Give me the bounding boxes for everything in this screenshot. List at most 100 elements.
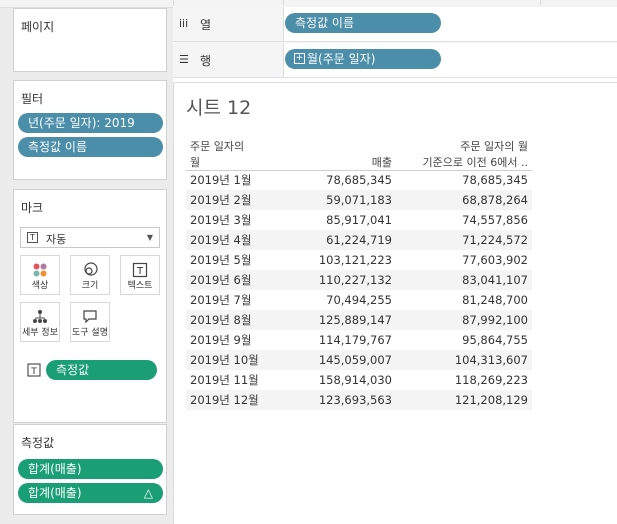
moving-average-cell: 81,248,700 [462, 293, 528, 307]
filter-pill-year[interactable]: 년(주문 일자): 2019 [18, 113, 163, 133]
size-button[interactable]: 크기 [70, 255, 110, 295]
month-cell: 2019년 11월 [190, 373, 259, 387]
rows-shelf-label: ☰ 행 [173, 42, 283, 78]
svg-text:T: T [136, 266, 144, 277]
svg-text:T: T [30, 367, 37, 377]
sales-cell: 59,071,183 [266, 190, 396, 210]
measure-values-card: 측정값 합계(매출) 합계(매출) △ [13, 424, 167, 515]
sheet-title: 시트 12 [186, 97, 252, 119]
month-cell: 2019년 6월 [186, 270, 266, 290]
moving-average-cell: 95,864,755 [462, 333, 528, 347]
table-row[interactable]: 2019년 10월 145,059,007 104,313,607 [186, 350, 532, 370]
size-icon [84, 262, 98, 276]
moving-average-cell: 87,992,100 [396, 310, 532, 330]
month-cell: 2019년 1월 [190, 173, 252, 188]
column-header-moving-average[interactable]: 주문 일자의 월 기준으로 이전 6에서 .. [396, 134, 532, 171]
columns-shelf-label: iii 열 [173, 6, 283, 42]
moving-average-cell: 78,685,345 [462, 173, 528, 188]
tooltip-icon [83, 310, 97, 324]
sales-cell: 114,179,767 [318, 333, 392, 347]
tooltip-label: 도구 설명 [72, 328, 108, 338]
table-row[interactable]: 2019년 4월 61,224,719 71,224,572 [186, 230, 532, 250]
rows-pill-label: 월(주문 일자) [307, 52, 376, 66]
sales-cell: 125,889,147 [266, 310, 396, 330]
table-row[interactable]: 2019년 8월 125,889,147 87,992,100 [186, 310, 532, 330]
month-cell: 2019년 8월 [186, 310, 266, 330]
detail-icon [33, 310, 47, 323]
filter-pill-measure-names[interactable]: 측정값 이름 [18, 137, 163, 157]
detail-button[interactable]: 세부 정보 [20, 302, 60, 342]
sales-cell: 158,914,030 [318, 373, 392, 387]
crosstab-table: 주문 일자의 월 매출 주문 일자의 월 기준으로 이전 6에서 .. 2019… [186, 134, 532, 410]
table-row[interactable]: 2019년 12월 123,693,563 121,208,129 [186, 390, 532, 410]
table-row[interactable]: 2019년 11월 158,914,030 118,269,223 [186, 370, 532, 390]
table-row[interactable]: 2019년 3월 85,917,041 74,557,856 [186, 210, 532, 230]
columns-label: 열 [200, 18, 212, 32]
sales-cell: 103,121,223 [318, 253, 392, 267]
columns-shelf: iii 열 측정값 이름 [173, 6, 617, 42]
text-mark-icon: T [27, 232, 38, 243]
header-line: 월 [190, 155, 201, 169]
month-cell: 2019년 5월 [190, 253, 252, 267]
tooltip-button[interactable]: 도구 설명 [70, 302, 110, 342]
rows-label: 행 [200, 54, 212, 68]
month-cell: 2019년 10월 [186, 350, 266, 370]
filters-title: 필터 [21, 92, 44, 106]
month-cell: 2019년 9월 [190, 333, 252, 347]
measure-pill-label: 합계(매출) [28, 486, 82, 500]
sales-cell: 110,227,132 [266, 270, 396, 290]
measure-pill-sum-sales[interactable]: 합계(매출) [18, 459, 163, 479]
table-row[interactable]: 2019년 7월 70,494,255 81,248,700 [186, 290, 532, 310]
header-line: 주문 일자의 월 [460, 139, 528, 153]
table-header-row: 주문 일자의 월 매출 주문 일자의 월 기준으로 이전 6에서 .. [186, 134, 532, 171]
columns-pill-measure-names[interactable]: 측정값 이름 [285, 13, 441, 33]
table-row[interactable]: 2019년 5월 103,121,223 77,603,902 [186, 250, 532, 270]
sales-cell: 61,224,719 [266, 230, 396, 250]
pages-title: 페이지 [21, 20, 55, 34]
color-label: 색상 [31, 281, 49, 291]
pages-card[interactable]: 페이지 [13, 8, 167, 72]
month-cell: 2019년 12월 [186, 390, 266, 410]
filters-card[interactable]: 필터 년(주문 일자): 2019 측정값 이름 [13, 80, 167, 180]
text-label: 텍스트 [127, 281, 153, 291]
rows-shelf: ☰ 행 + 월(주문 일자) [173, 42, 617, 78]
detail-label: 세부 정보 [22, 328, 58, 338]
month-cell: 2019년 3월 [190, 213, 252, 227]
columns-icon: iii [179, 17, 189, 30]
left-pane: 페이지 필터 년(주문 일자): 2019 측정값 이름 마크 T 자동 ▼ 색… [0, 8, 173, 524]
expand-plus-icon[interactable]: + [294, 53, 305, 64]
sales-cell: 78,685,345 [326, 173, 392, 188]
rows-drop-area[interactable]: + 월(주문 일자) [283, 43, 617, 77]
rows-pill-month[interactable]: + 월(주문 일자) [285, 49, 441, 69]
column-header-month[interactable]: 주문 일자의 월 [186, 134, 266, 171]
moving-average-cell: 77,603,902 [462, 253, 528, 267]
sales-cell: 123,693,563 [266, 390, 396, 410]
color-button[interactable]: 색상 [20, 255, 60, 295]
table-row[interactable]: 2019년 9월 114,179,767 95,864,755 [186, 330, 532, 350]
rows-icon: ☰ [179, 53, 189, 66]
table-row[interactable]: 2019년 2월 59,071,183 68,878,264 [186, 190, 532, 210]
mark-type-label: 자동 [46, 233, 67, 246]
measure-pill-sum-sales-delta[interactable]: 합계(매출) △ [18, 483, 163, 503]
marks-card: 마크 T 자동 ▼ 색상 크기 T 텍스트 세부 정보 도구 설명 T 측정값 [13, 189, 167, 423]
text-button[interactable]: T 텍스트 [120, 255, 160, 295]
measure-values-mark-pill[interactable]: 측정값 [46, 360, 157, 380]
table-row[interactable]: 2019년 1월 78,685,345 78,685,345 [186, 170, 532, 190]
chevron-down-icon: ▼ [146, 233, 153, 242]
moving-average-cell: 104,313,607 [396, 350, 532, 370]
delta-icon: △ [143, 486, 153, 500]
sales-cell: 70,494,255 [326, 293, 392, 307]
sales-cell: 85,917,041 [326, 213, 392, 227]
month-cell: 2019년 2월 [186, 190, 266, 210]
header-line: 주문 일자의 [190, 139, 245, 153]
table-row[interactable]: 2019년 6월 110,227,132 83,041,107 [186, 270, 532, 290]
moving-average-cell: 71,224,572 [396, 230, 532, 250]
month-cell: 2019년 7월 [190, 293, 252, 307]
mark-type-dropdown[interactable]: T 자동 ▼ [20, 227, 160, 248]
measure-values-title: 측정값 [21, 436, 55, 450]
columns-drop-area[interactable]: 측정값 이름 [283, 7, 617, 41]
text-icon: T [132, 262, 148, 278]
worksheet-view: 시트 12 주문 일자의 월 매출 주문 일자의 월 기준으로 이전 6에서 .… [173, 82, 617, 524]
column-header-sales[interactable]: 매출 [266, 134, 396, 171]
moving-average-cell: 74,557,856 [462, 213, 528, 227]
